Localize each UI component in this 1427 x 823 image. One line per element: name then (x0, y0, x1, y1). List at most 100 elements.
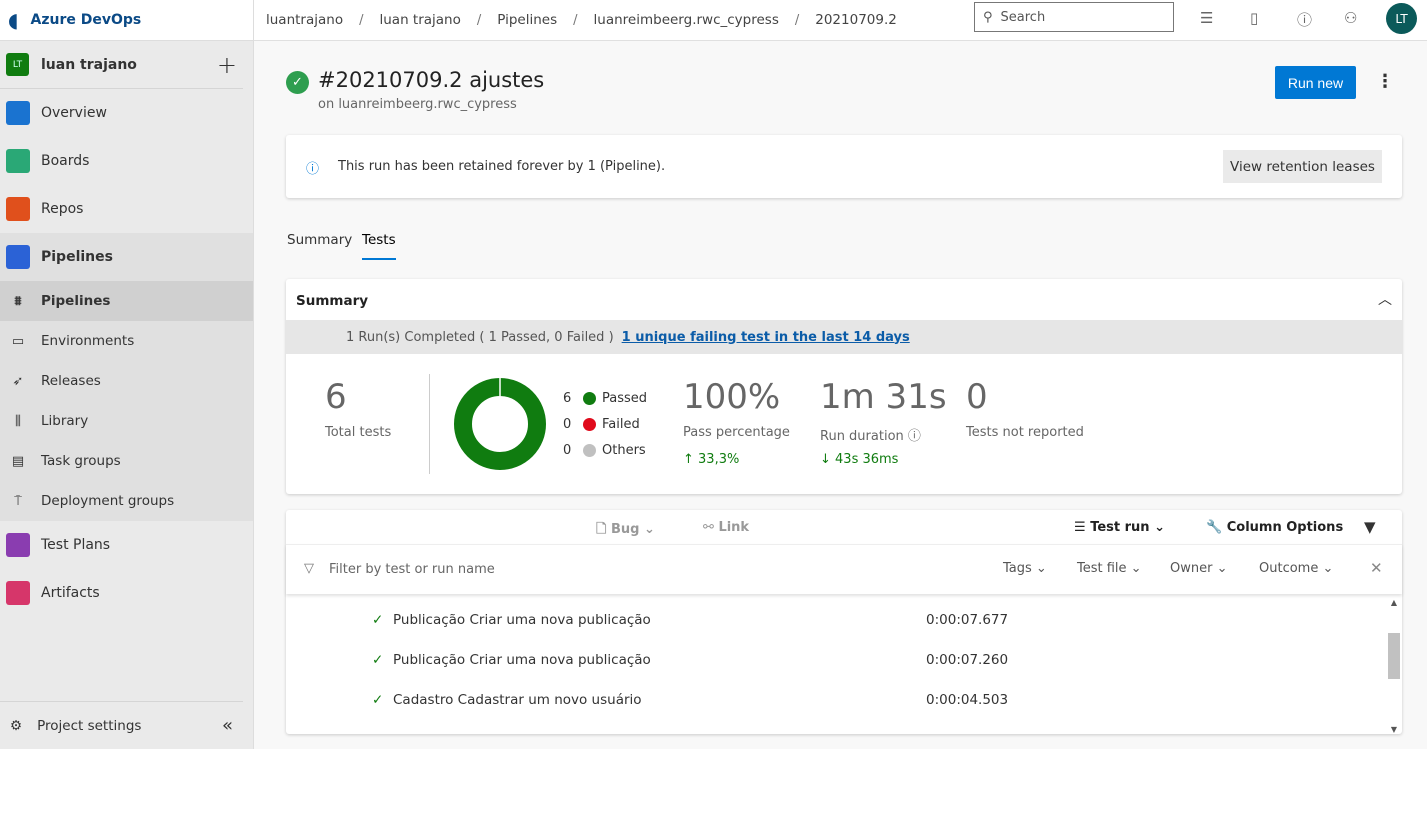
test-file-label: Test file (1077, 561, 1127, 576)
wrench-icon: 🔧 (1206, 520, 1223, 535)
breadcrumb-project[interactable]: luan trajano (379, 12, 460, 28)
test-run-dropdown[interactable]: ☰ Test run ⌄ (1074, 520, 1165, 535)
summary-heading: Summary (296, 293, 369, 309)
scroll-up-icon[interactable]: ▲ (1387, 598, 1401, 607)
subnav-environments[interactable]: ▭ Environments (0, 321, 253, 361)
nav-label: Pipelines (41, 249, 113, 265)
test-file-filter[interactable]: Test file ⌄ (1077, 561, 1142, 576)
bug-button[interactable]: 🗋 Bug ⌄ (596, 520, 655, 542)
collapse-icon[interactable]: « (222, 715, 233, 736)
subnav-task-groups[interactable]: ▤ Task groups (0, 441, 253, 481)
link-label: Link (718, 520, 750, 535)
breadcrumb-pipeline[interactable]: luanreimbeerg.rwc_cypress (594, 12, 779, 28)
link-button[interactable]: ⚯ Link (703, 520, 749, 535)
project-settings-label: Project settings (37, 717, 142, 734)
pipelines-icon (6, 245, 30, 269)
breadcrumb-pipelines[interactable]: Pipelines (497, 12, 557, 28)
brand[interactable]: ◖ Azure DevOps (0, 0, 253, 41)
link-icon: ⚯ (703, 520, 714, 535)
filter-funnel-icon: ▽ (304, 561, 314, 576)
total-tests-value: 6 (325, 377, 347, 417)
passed-check-icon: ✓ (372, 612, 384, 628)
results-card: 🗋 Bug ⌄ ⚯ Link ☰ Test run ⌄ 🔧 Column Opt… (286, 510, 1402, 734)
tags-filter[interactable]: Tags ⌄ (1003, 561, 1047, 576)
pass-percentage-label: Pass percentage (683, 425, 790, 440)
subnav-library[interactable]: ⫼ Library (0, 401, 253, 441)
nav-repos[interactable]: Repos (0, 185, 253, 233)
run-subtitle: on luanreimbeerg.rwc_cypress (318, 97, 517, 112)
subnav-pipelines[interactable]: ⩩ Pipelines (0, 281, 253, 321)
test-duration: 0:00:07.677 (926, 612, 1009, 628)
help-icon[interactable]: ⓘ (1297, 9, 1312, 30)
legend-dot-icon (583, 391, 596, 405)
legend-dot-icon (583, 443, 596, 457)
subnav-label: Deployment groups (41, 493, 175, 509)
breadcrumb-sep: / (476, 12, 482, 28)
pipelines-sub-icon: ⩩ (14, 293, 22, 309)
filter-input[interactable]: Filter by test or run name (329, 562, 495, 577)
artifacts-icon (6, 581, 30, 605)
sidebar: ◖ Azure DevOps LT luan trajano + Overview B… (0, 0, 254, 749)
project-header[interactable]: LT luan trajano + (0, 41, 243, 89)
project-settings[interactable]: ⚙ Project settings « (0, 701, 243, 749)
app: ◖ Azure DevOps LT luan trajano + Overview B… (0, 0, 1427, 749)
success-icon: ✓ (286, 71, 309, 94)
result-row[interactable]: ✓ Cadastro Cadastrar um novo usuário 0:00:… (286, 680, 1402, 720)
user-avatar[interactable]: LT (1386, 3, 1417, 34)
filter-icon[interactable]: ▼ (1364, 518, 1376, 536)
outcome-filter[interactable]: Outcome ⌄ (1259, 561, 1333, 576)
work-items-icon[interactable]: ☰ (1200, 9, 1213, 27)
pass-delta: ↑ 33,3% (683, 452, 740, 467)
subnav-releases[interactable]: ➶ Releases (0, 361, 253, 401)
test-name: Cadastro Cadastrar um novo usuário (393, 692, 642, 708)
scrollbar[interactable]: ▲ ▼ (1387, 598, 1401, 734)
nav-artifacts[interactable]: Artifacts (0, 569, 253, 617)
test-name: Publicação Criar uma nova publicação (393, 652, 651, 668)
duration-delta-value: 43s 36ms (835, 452, 899, 467)
result-row[interactable]: ✓ Publicação Criar uma nova publicação 0:0… (286, 600, 1402, 640)
duration-delta: ↓ 43s 36ms (820, 452, 899, 467)
view-retention-leases-button[interactable]: View retention leases (1223, 150, 1382, 183)
test-plans-icon (6, 533, 30, 557)
summary-card: Summary ︿ 1 Run(s) Completed ( 1 Passed,… (286, 279, 1402, 494)
failing-tests-link[interactable]: 1 unique failing test in the last 14 day… (622, 330, 910, 345)
nav-boards[interactable]: Boards (0, 137, 253, 185)
tab-summary[interactable]: Summary (287, 232, 352, 248)
marketplace-icon[interactable]: ▯ (1250, 9, 1258, 27)
legend-count: 6 (563, 390, 572, 406)
search-input[interactable]: ⚲ Search (974, 2, 1174, 32)
task-groups-icon: ▤ (11, 453, 25, 469)
list-icon: ☰ (1074, 520, 1086, 535)
test-duration: 0:00:07.260 (926, 652, 1009, 668)
legend-count: 0 (563, 416, 572, 432)
nav-pipelines[interactable]: Pipelines (0, 233, 253, 281)
pass-delta-value: 33,3% (698, 452, 740, 467)
chevron-up-icon[interactable]: ︿ (1378, 289, 1392, 309)
owner-filter[interactable]: Owner ⌄ (1170, 561, 1227, 576)
scroll-down-icon[interactable]: ▼ (1387, 725, 1401, 734)
run-new-button[interactable]: Run new (1275, 66, 1356, 99)
legend-label: Failed (602, 416, 640, 432)
breadcrumb-run[interactable]: 20210709.2 (815, 12, 897, 28)
subnav-label: Task groups (41, 453, 121, 469)
clear-filter-icon[interactable]: ✕ (1370, 559, 1383, 577)
run-title: #20210709.2 ajustes (318, 68, 545, 92)
nav-label: Artifacts (41, 585, 100, 601)
column-options-label: Column Options (1226, 520, 1344, 535)
nav-label: Test Plans (41, 537, 111, 553)
info-icon[interactable]: ⓘ (908, 429, 921, 444)
tab-tests[interactable]: Tests (362, 232, 396, 260)
result-row[interactable]: ✓ Publicação Criar uma nova publicação 0:0… (286, 640, 1402, 680)
user-settings-icon[interactable]: ⚇ (1344, 9, 1357, 27)
nav-test-plans[interactable]: Test Plans (0, 521, 253, 569)
nav-overview[interactable]: Overview (0, 89, 253, 137)
subnav-deployment-groups[interactable]: ⍑ Deployment groups (0, 481, 253, 521)
deployment-groups-icon: ⍑ (14, 493, 22, 509)
breadcrumb-org[interactable]: luantrajano (266, 12, 343, 28)
more-options-icon[interactable]: ⋮ (1376, 71, 1394, 92)
scrollbar-thumb[interactable] (1388, 633, 1400, 679)
subnav-label: Releases (41, 373, 101, 389)
column-options-button[interactable]: 🔧 Column Options (1206, 520, 1343, 535)
pass-percentage-value: 100% (683, 377, 781, 417)
add-icon[interactable]: + (217, 51, 237, 79)
